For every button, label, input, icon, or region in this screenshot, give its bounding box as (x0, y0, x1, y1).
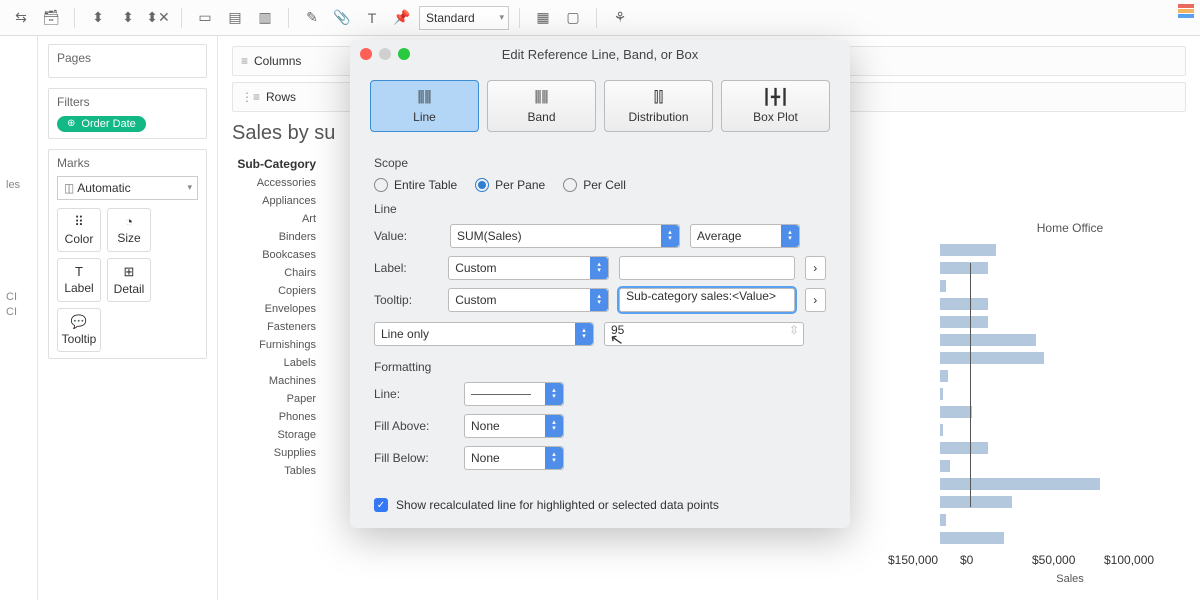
bar[interactable] (940, 424, 943, 436)
tab-band[interactable]: ⫼⫼Band (487, 80, 596, 132)
fit-dropdown[interactable]: Standard (419, 6, 509, 30)
radio-entire-table[interactable]: Entire Table (374, 178, 457, 192)
bar[interactable] (940, 298, 988, 310)
subcategory-label[interactable]: Fasteners (232, 318, 324, 336)
scope-heading: Scope (374, 156, 826, 170)
bar[interactable] (940, 496, 1012, 508)
tab-line[interactable]: ⫼⫼Line (370, 80, 479, 132)
totals-rows-icon[interactable]: ▥ (252, 5, 278, 31)
mark-type-dropdown[interactable]: Automatic (57, 176, 198, 200)
value-dropdown[interactable]: SUM(Sales) (450, 224, 680, 248)
dialog-title: Edit Reference Line, Band, or Box (350, 47, 850, 62)
recalc-label: Show recalculated line for highlighted o… (396, 498, 719, 512)
swap-icon[interactable]: ⇆ (8, 5, 34, 31)
text-icon[interactable]: T (359, 5, 385, 31)
label-insert-button[interactable]: › (805, 256, 826, 280)
subcategory-label[interactable]: Chairs (232, 264, 324, 282)
label-input[interactable] (619, 256, 794, 280)
marks-card: Marks Automatic ⠿Color ◔Size TLabel ⊞Det… (48, 149, 207, 359)
attachment-icon[interactable]: 📎 (329, 5, 355, 31)
reference-line (970, 263, 971, 507)
bar[interactable] (940, 406, 972, 418)
clear-sort-icon[interactable]: ⬍✕ (145, 5, 171, 31)
line-heading: Line (374, 202, 826, 216)
pin-icon[interactable]: 📌 (389, 5, 415, 31)
data-pane-truncated: les CI CI (0, 36, 38, 600)
bar[interactable] (940, 244, 996, 256)
radio-per-pane[interactable]: Per Pane (475, 178, 545, 192)
show-me-button[interactable] (1178, 4, 1194, 20)
subcategory-label[interactable]: Machines (232, 372, 324, 390)
bar[interactable] (940, 388, 943, 400)
subcategory-label[interactable]: Appliances (232, 192, 324, 210)
bar[interactable] (940, 442, 988, 454)
bar[interactable] (940, 370, 948, 382)
sort-desc-icon[interactable]: ⬍ (115, 5, 141, 31)
subcategory-label[interactable]: Labels (232, 354, 324, 372)
label-button[interactable]: TLabel (57, 258, 101, 302)
bar[interactable] (940, 352, 1044, 364)
subcategory-label[interactable]: Furnishings (232, 336, 324, 354)
filter-pill-order-date[interactable]: Order Date (57, 116, 146, 132)
show-me-icon[interactable]: ▦ (530, 5, 556, 31)
subcategory-label[interactable]: Storage (232, 426, 324, 444)
color-button[interactable]: ⠿Color (57, 208, 101, 252)
fill-above-dropdown[interactable]: None (464, 414, 564, 438)
subcategory-label[interactable]: Bookcases (232, 246, 324, 264)
line-only-dropdown[interactable]: Line only (374, 322, 594, 346)
sort-asc-icon[interactable]: ⬍ (85, 5, 111, 31)
subcategory-label[interactable]: Binders (232, 228, 324, 246)
bar[interactable] (940, 478, 1100, 490)
subcategory-label[interactable]: Art (232, 210, 324, 228)
edit-reference-line-dialog: Edit Reference Line, Band, or Box ⫼⫼Line… (350, 40, 850, 528)
totals-icon[interactable]: ▤ (222, 5, 248, 31)
subcategory-header: Sub-Category (232, 157, 324, 171)
bar[interactable] (940, 460, 950, 472)
bar[interactable] (940, 514, 946, 526)
group-icon[interactable]: ▭ (192, 5, 218, 31)
size-button[interactable]: ◔Size (107, 208, 151, 252)
subcategory-label[interactable]: Copiers (232, 282, 324, 300)
confidence-input[interactable]: 95⇳ (604, 322, 804, 346)
tooltip-dropdown[interactable]: Custom (448, 288, 609, 312)
tooltip-button[interactable]: 💬Tooltip (57, 308, 101, 352)
presentation-icon[interactable]: ▢ (560, 5, 586, 31)
tab-box-plot[interactable]: ┃╋┃Box Plot (721, 80, 830, 132)
subcategory-label[interactable]: Accessories (232, 174, 324, 192)
bar[interactable] (940, 334, 1036, 346)
highlighter-icon[interactable]: ✎ (299, 5, 325, 31)
bar[interactable] (940, 262, 988, 274)
tooltip-input[interactable]: Sub-category sales:<Value> (619, 288, 794, 312)
subcategory-label[interactable]: Envelopes (232, 300, 324, 318)
bar[interactable] (940, 532, 1004, 544)
bar[interactable] (940, 316, 988, 328)
subcategory-label[interactable]: Supplies (232, 444, 324, 462)
aggregation-dropdown[interactable]: Average (690, 224, 800, 248)
pages-shelf[interactable]: Pages (48, 44, 207, 78)
detail-button[interactable]: ⊞Detail (107, 258, 151, 302)
tab-distribution[interactable]: ⫿⫿Distribution (604, 80, 713, 132)
recalc-checkbox[interactable]: ✓ (374, 498, 388, 512)
formatting-heading: Formatting (374, 360, 826, 374)
subcategory-label[interactable]: Phones (232, 408, 324, 426)
tooltip-insert-button[interactable]: › (805, 288, 826, 312)
line-style-dropdown[interactable] (464, 382, 564, 406)
data-source-icon[interactable]: 🗃 (38, 5, 64, 31)
subcategory-label[interactable]: Tables (232, 462, 324, 480)
subcategory-label[interactable]: Paper (232, 390, 324, 408)
fill-below-dropdown[interactable]: None (464, 446, 564, 470)
chart-pane-home-office: Home Office $150,000 $0 $50,000 $100,000… (940, 221, 1200, 585)
radio-per-cell[interactable]: Per Cell (563, 178, 626, 192)
bar[interactable] (940, 280, 946, 292)
main-toolbar: ⇆ 🗃 ⬍ ⬍ ⬍✕ ▭ ▤ ▥ ✎ 📎 T 📌 Standard ▦ ▢ ⚘ (0, 0, 1200, 36)
filters-shelf[interactable]: Filters Order Date (48, 88, 207, 139)
label-dropdown[interactable]: Custom (448, 256, 609, 280)
share-icon[interactable]: ⚘ (607, 5, 633, 31)
